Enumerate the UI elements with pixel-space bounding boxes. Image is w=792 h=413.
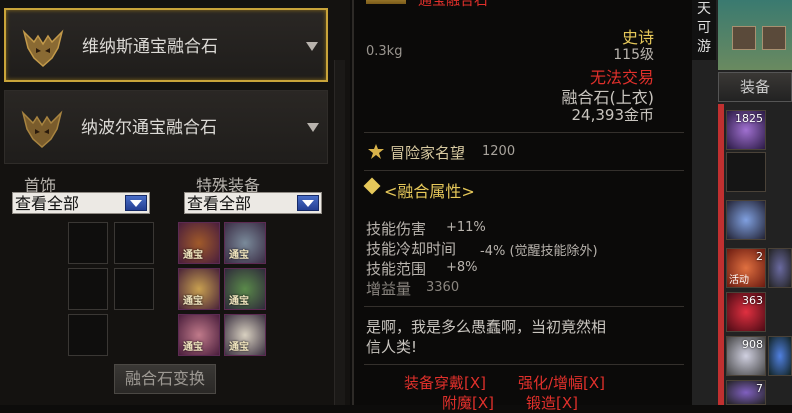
chevron-down-icon[interactable] [306,42,318,51]
item-title: 通宝融合石 [418,0,488,9]
fusion-gem-slot[interactable]: 通宝 [178,314,220,356]
item-count: 7 [756,382,763,395]
divider [364,306,684,307]
fusion-gem-slot[interactable]: 通宝 [224,268,266,310]
side-char: 天 [697,1,711,17]
special-equip-filter-select[interactable]: 查看全部 [184,192,322,214]
fusion-gem-slot[interactable]: 通宝 [224,314,266,356]
inventory-panel: 天 可 游 装备 1825 2 活动 363 908 7 [692,0,792,405]
chevron-down-icon[interactable] [307,123,319,132]
item-count: 908 [742,338,763,351]
flavor-text: 信人类! [366,338,418,356]
accessory-slot[interactable] [68,222,108,264]
gem-tag: 通宝 [183,296,203,307]
stat-value: +8% [446,260,478,275]
gem-tag: 通宝 [229,296,249,307]
refresh-icon[interactable] [762,26,786,50]
fame-value: 1200 [482,144,516,159]
item-weight: 0.3kg [366,44,403,59]
stat-name: 技能伤害 [366,220,427,238]
inventory-item[interactable]: 2 活动 [726,248,766,288]
inventory-item[interactable]: 1825 [726,110,766,150]
stat-value: 3360 [426,280,460,295]
set-item-venus[interactable]: 维纳斯通宝融合石 [4,8,328,82]
convert-fusion-stone-button[interactable]: 融合石变换 [114,364,216,394]
stat-name: 技能冷却时间 [366,240,457,258]
accessory-slot[interactable] [114,222,154,264]
stat-value: -4% (觉醒技能除外) [480,244,598,259]
decor-strip [718,104,724,405]
accessory-slot[interactable] [68,268,108,310]
stat-name: 技能范围 [366,260,427,278]
inventory-item[interactable]: 7 [726,380,766,405]
restriction-text: 锻造[X] [526,394,578,412]
item-count: 2 [756,250,763,263]
accessory-slot[interactable] [114,268,154,310]
demon-emblem-icon [21,110,63,149]
item-tag: 活动 [729,275,749,286]
set-item-napol[interactable]: 纳波尔通宝融合石 [4,90,328,164]
accessory-slot[interactable] [68,314,108,356]
item-icon [366,0,406,4]
item-count: 363 [742,294,763,307]
item-price: 24,393金币 [571,106,655,124]
settings-icon[interactable] [732,26,756,50]
fusion-gem-slot[interactable]: 通宝 [178,222,220,264]
divider [364,364,684,365]
inventory-slot[interactable] [726,152,766,192]
side-text: 天 可 游 [692,0,716,60]
divider [364,170,684,171]
gem-tag: 通宝 [183,342,203,353]
item-level: 115级 [613,47,654,63]
select-value: 查看全部 [15,194,80,213]
divider [364,132,684,133]
stat-name: 增益量 [366,280,412,298]
item-count: 1825 [735,112,763,125]
inventory-item[interactable] [768,248,792,288]
inventory-item[interactable]: 908 [726,336,766,376]
set-item-label: 维纳斯通宝融合石 [82,37,218,57]
restriction-text: 装备穿戴[X] [404,374,486,392]
restriction-text: 强化/增幅[X] [518,374,606,392]
fusion-attr-title: <融合属性> [384,182,475,201]
inventory-item[interactable] [768,336,792,376]
item-tooltip: 通宝融合石 0.3kg 史诗 115级 无法交易 融合石(上衣) 24,393金… [352,0,694,412]
restriction-text: 附魔[X] [442,394,494,412]
select-value: 查看全部 [187,194,252,213]
side-char: 游 [697,39,711,55]
inventory-item[interactable] [726,200,766,240]
dropdown-arrow-icon[interactable] [297,195,319,211]
fusion-gem-slot[interactable]: 通宝 [224,222,266,264]
gem-tag: 通宝 [229,250,249,261]
set-item-label: 纳波尔通宝融合石 [81,118,217,138]
stat-value: +11% [446,220,486,235]
demon-emblem-icon [22,29,64,68]
diamond-icon [363,177,381,195]
fusion-stone-panel: 维纳斯通宝融合石 纳波尔通宝融合石 首饰 特殊装备 查看全部 查看全部 通宝 通… [0,0,350,405]
inventory-item[interactable]: 363 [726,292,766,332]
equip-tab[interactable]: 装备 [718,72,792,102]
gem-tag: 通宝 [229,342,249,353]
gem-tag: 通宝 [183,250,203,261]
fame-label: 冒险家名望 [390,144,466,162]
accessory-filter-select[interactable]: 查看全部 [12,192,150,214]
fame-icon [368,144,384,159]
dropdown-arrow-icon[interactable] [125,195,147,211]
flavor-text: 是啊，我是多么愚蠢啊，当初竟然相 [366,318,607,336]
fusion-gem-slot[interactable]: 通宝 [178,268,220,310]
side-char: 可 [697,20,711,36]
scrollbar[interactable] [334,60,345,405]
